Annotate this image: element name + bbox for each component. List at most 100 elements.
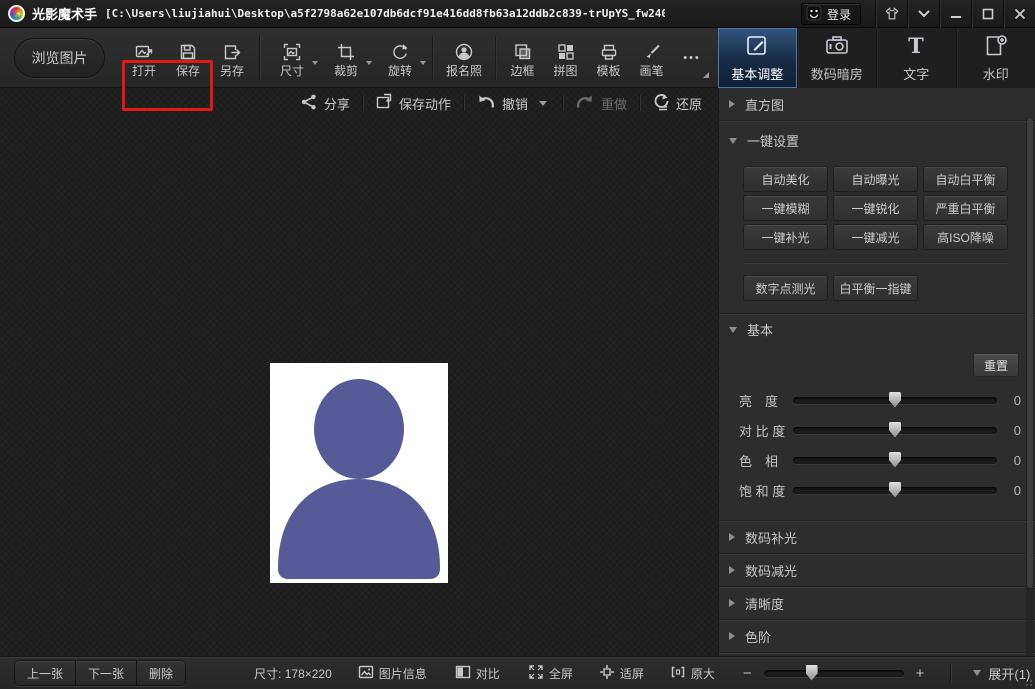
login-label: 登录 [826,7,851,22]
status-bar: 上一张 下一张 删除 尺寸: 178×220 图片信息 对比 全屏 适屏 原大 … [0,656,1035,689]
more-tools-button[interactable]: ••• [673,30,711,86]
section-levels[interactable]: 色阶 [719,619,1035,652]
minimize-button[interactable] [939,0,971,28]
maximize-button[interactable] [971,0,1003,28]
section-expanded-icon [729,137,737,144]
brush-button[interactable]: 画笔 [630,30,673,86]
dropdown-arrow-icon[interactable] [366,61,372,65]
saturation-label: 饱 和 度 [739,483,786,499]
rotate-button[interactable]: 旋转 [373,30,427,86]
camera-icon [824,33,850,59]
share-icon [300,93,318,114]
contrast-row: 对 比 度 0 [739,415,1021,445]
auto-exposure-button[interactable]: 自动曝光 [833,166,918,192]
slider-handle[interactable] [889,391,901,408]
section-one-key[interactable]: 一键设置 [719,120,1035,160]
undo-dropdown-button[interactable] [536,100,550,106]
section-basic[interactable]: 基本 [719,313,1035,345]
zoom-slider[interactable] [763,664,904,681]
original-size-icon [670,664,686,683]
contrast-slider[interactable] [793,421,997,438]
crop-button[interactable]: 裁剪 [319,30,373,86]
severe-white-balance-button[interactable]: 严重白平衡 [923,195,1008,221]
section-digital-fill-light[interactable]: 数码补光 [719,520,1035,553]
section-digital-dim-light[interactable]: 数码减光 [719,553,1035,586]
rotate-icon [390,40,410,62]
collage-button[interactable]: 拼图 [544,30,587,86]
image-info-button[interactable]: 图片信息 [358,664,427,683]
panel-scrollbar[interactable] [1026,118,1034,656]
zoom-out-button[interactable]: − [739,665,756,682]
one-key-fill-light-button[interactable]: 一键补光 [743,224,828,250]
tab-watermark[interactable]: 水印 [955,28,1035,88]
expand-filmstrip-button[interactable]: 展开(1) [973,664,1030,683]
id-photo-button[interactable]: 报名照 [438,30,490,86]
compare-label: 对比 [475,666,500,681]
redo-button[interactable]: 重做 [575,93,627,114]
scrollbar-thumb[interactable] [1027,118,1033,588]
digital-spot-metering-button[interactable]: 数字点测光 [743,275,828,301]
one-key-blur-button[interactable]: 一键模糊 [743,195,828,221]
browse-images-button[interactable]: 浏览图片 [14,38,105,78]
fullscreen-button[interactable]: 全屏 [528,664,573,683]
tab-basic-adjust[interactable]: 基本调整 [718,28,797,88]
login-button[interactable]: 登录 [800,3,861,25]
dropdown-arrow-icon[interactable] [312,61,318,65]
skin-button[interactable] [875,0,907,28]
compare-button[interactable]: 对比 [455,664,500,683]
maximize-icon [982,8,994,20]
hue-row: 色 相 0 [739,445,1021,475]
zoom-slider-handle[interactable] [805,664,818,681]
saturation-slider[interactable] [793,481,997,498]
resize-button[interactable]: 尺寸 [265,30,319,86]
save-action-button[interactable]: 保存动作 [375,93,451,114]
next-photo-button[interactable]: 下一张 [75,661,137,685]
share-button[interactable]: 分享 [300,93,350,114]
window-controls: 登录 [800,0,1035,28]
photo-nav-group: 上一张 下一张 删除 [14,660,187,686]
original-size-button[interactable]: 原大 [670,664,715,683]
saturation-value: 0 [1013,482,1021,498]
undo-button[interactable]: 撤销 [476,93,528,114]
delete-photo-button[interactable]: 删除 [136,661,186,685]
section-collapsed-icon [729,533,735,541]
slider-handle[interactable] [889,421,901,438]
tab-text[interactable]: T 文字 [876,28,956,88]
save-button[interactable]: 保存 [166,30,210,86]
save-action-icon [375,93,393,114]
close-button[interactable] [1003,0,1035,28]
save-as-button[interactable]: 另存 [210,30,254,86]
slider-handle[interactable] [889,481,901,498]
previous-photo-button[interactable]: 上一张 [15,661,76,685]
tab-darkroom-label: 数码暗房 [810,67,863,82]
section-clarity[interactable]: 清晰度 [719,586,1035,619]
tab-darkroom[interactable]: 数码暗房 [796,28,877,88]
auto-white-balance-button[interactable]: 自动白平衡 [923,166,1008,192]
section-histogram[interactable]: 直方图 [719,88,1035,120]
open-button[interactable]: 打开 [122,30,166,86]
slider-handle[interactable] [889,451,901,468]
zoom-in-button[interactable]: + [912,665,929,682]
actionbar-separator [361,95,363,111]
fit-screen-icon [599,664,615,683]
toolbar-separator [259,36,260,80]
resize-grip[interactable] [1023,677,1033,687]
one-key-dim-light-button[interactable]: 一键减光 [833,224,918,250]
hue-slider[interactable] [793,451,997,468]
more-icon: ••• [683,52,701,64]
reset-button[interactable]: 重置 [973,353,1019,377]
high-iso-denoise-button[interactable]: 高ISO降噪 [923,224,1008,250]
brightness-slider[interactable] [793,391,997,408]
image-info-label: 图片信息 [378,666,427,681]
fit-screen-button[interactable]: 适屏 [599,664,644,683]
menu-dropdown-button[interactable] [907,0,939,28]
white-balance-one-touch-button[interactable]: 白平衡一指键 [833,275,918,301]
frame-button[interactable]: 边框 [501,30,544,86]
restore-button[interactable]: 还原 [652,93,702,114]
one-key-sharpen-button[interactable]: 一键锐化 [833,195,918,221]
metering-row: 数字点测光 白平衡一指键 [743,275,1035,301]
template-button[interactable]: 模板 [587,30,630,86]
dropdown-arrow-icon[interactable] [420,61,426,65]
edited-photo[interactable] [270,363,448,583]
auto-beautify-button[interactable]: 自动美化 [743,166,828,192]
